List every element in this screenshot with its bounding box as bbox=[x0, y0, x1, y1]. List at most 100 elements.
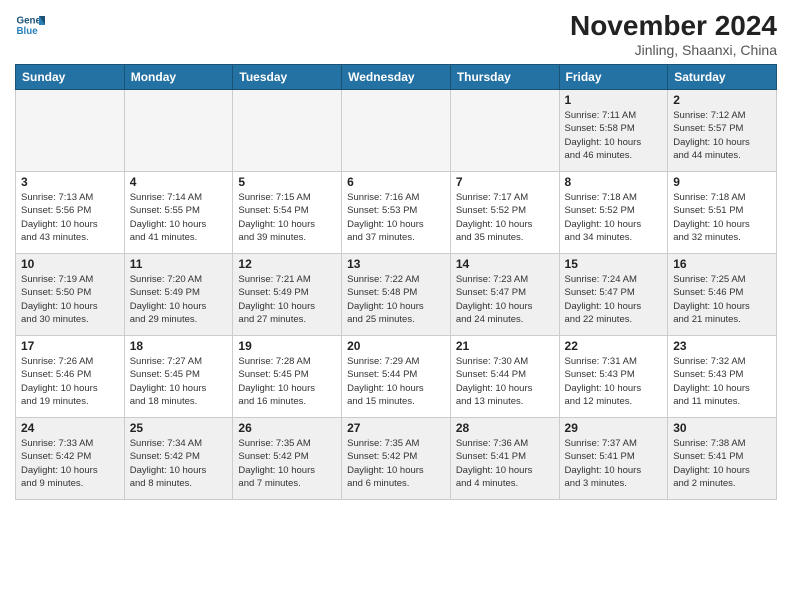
day-info: Sunrise: 7:26 AM Sunset: 5:46 PM Dayligh… bbox=[21, 355, 119, 408]
calendar-week-0: 1 Sunrise: 7:11 AM Sunset: 5:58 PM Daylig… bbox=[16, 90, 777, 172]
day-info: Sunrise: 7:24 AM Sunset: 5:47 PM Dayligh… bbox=[565, 273, 663, 326]
calendar-cell bbox=[16, 90, 125, 172]
weekday-header-tuesday: Tuesday bbox=[233, 65, 342, 90]
calendar-cell: 22Sunrise: 7:31 AM Sunset: 5:43 PM Dayli… bbox=[559, 336, 668, 418]
weekday-header-friday: Friday bbox=[559, 65, 668, 90]
day-info: Sunrise: 7:22 AM Sunset: 5:48 PM Dayligh… bbox=[347, 273, 445, 326]
day-info: Sunrise: 7:37 AM Sunset: 5:41 PM Dayligh… bbox=[565, 437, 663, 490]
location: Jinling, Shaanxi, China bbox=[570, 42, 777, 58]
calendar-cell: 16 Sunrise: 7:25 AM Sunset: 5:46 PM Dayli… bbox=[668, 254, 777, 336]
calendar-cell: 10Sunrise: 7:19 AM Sunset: 5:50 PM Dayli… bbox=[16, 254, 125, 336]
day-info: Sunrise: 7:14 AM Sunset: 5:55 PM Dayligh… bbox=[130, 191, 228, 244]
day-info: Sunrise: 7:32 AM Sunset: 5:43 PM Dayligh… bbox=[673, 355, 771, 408]
calendar-cell: 21 Sunrise: 7:30 AM Sunset: 5:44 PM Dayli… bbox=[450, 336, 559, 418]
day-info: Sunrise: 7:23 AM Sunset: 5:47 PM Dayligh… bbox=[456, 273, 554, 326]
day-number: 26 bbox=[238, 421, 336, 435]
calendar-cell: 27Sunrise: 7:35 AM Sunset: 5:42 PM Dayli… bbox=[342, 418, 451, 500]
day-info: Sunrise: 7:36 AM Sunset: 5:41 PM Dayligh… bbox=[456, 437, 554, 490]
calendar-cell: 5 Sunrise: 7:15 AM Sunset: 5:54 PM Daylig… bbox=[233, 172, 342, 254]
day-number: 4 bbox=[130, 175, 228, 189]
weekday-header-sunday: Sunday bbox=[16, 65, 125, 90]
month-title: November 2024 bbox=[570, 10, 777, 42]
calendar-week-2: 10Sunrise: 7:19 AM Sunset: 5:50 PM Dayli… bbox=[16, 254, 777, 336]
calendar-cell: 3Sunrise: 7:13 AM Sunset: 5:56 PM Daylig… bbox=[16, 172, 125, 254]
day-number: 14 bbox=[456, 257, 554, 271]
calendar-cell: 20Sunrise: 7:29 AM Sunset: 5:44 PM Dayli… bbox=[342, 336, 451, 418]
calendar-cell: 1 Sunrise: 7:11 AM Sunset: 5:58 PM Daylig… bbox=[559, 90, 668, 172]
day-number: 6 bbox=[347, 175, 445, 189]
calendar-cell: 28Sunrise: 7:36 AM Sunset: 5:41 PM Dayli… bbox=[450, 418, 559, 500]
calendar-cell: 9 Sunrise: 7:18 AM Sunset: 5:51 PM Daylig… bbox=[668, 172, 777, 254]
calendar-cell: 8 Sunrise: 7:18 AM Sunset: 5:52 PM Daylig… bbox=[559, 172, 668, 254]
day-info: Sunrise: 7:18 AM Sunset: 5:52 PM Dayligh… bbox=[565, 191, 663, 244]
calendar-cell bbox=[124, 90, 233, 172]
logo-icon: General Blue bbox=[15, 10, 45, 40]
calendar-cell: 29 Sunrise: 7:37 AM Sunset: 5:41 PM Dayli… bbox=[559, 418, 668, 500]
calendar-cell bbox=[233, 90, 342, 172]
weekday-header-row: SundayMondayTuesdayWednesdayThursdayFrid… bbox=[16, 65, 777, 90]
day-info: Sunrise: 7:33 AM Sunset: 5:42 PM Dayligh… bbox=[21, 437, 119, 490]
calendar-cell: 7 Sunrise: 7:17 AM Sunset: 5:52 PM Daylig… bbox=[450, 172, 559, 254]
calendar-cell: 2 Sunrise: 7:12 AM Sunset: 5:57 PM Daylig… bbox=[668, 90, 777, 172]
day-info: Sunrise: 7:17 AM Sunset: 5:52 PM Dayligh… bbox=[456, 191, 554, 244]
day-number: 27 bbox=[347, 421, 445, 435]
calendar-cell bbox=[342, 90, 451, 172]
day-number: 18 bbox=[130, 339, 228, 353]
day-info: Sunrise: 7:30 AM Sunset: 5:44 PM Dayligh… bbox=[456, 355, 554, 408]
weekday-header-thursday: Thursday bbox=[450, 65, 559, 90]
calendar-cell: 30 Sunrise: 7:38 AM Sunset: 5:41 PM Dayli… bbox=[668, 418, 777, 500]
title-block: November 2024 Jinling, Shaanxi, China bbox=[570, 10, 777, 58]
calendar-cell: 19Sunrise: 7:28 AM Sunset: 5:45 PM Dayli… bbox=[233, 336, 342, 418]
day-number: 20 bbox=[347, 339, 445, 353]
calendar-cell: 23 Sunrise: 7:32 AM Sunset: 5:43 PM Dayli… bbox=[668, 336, 777, 418]
calendar-week-4: 24Sunrise: 7:33 AM Sunset: 5:42 PM Dayli… bbox=[16, 418, 777, 500]
day-number: 5 bbox=[238, 175, 336, 189]
calendar-cell: 6 Sunrise: 7:16 AM Sunset: 5:53 PM Daylig… bbox=[342, 172, 451, 254]
calendar-cell: 11 Sunrise: 7:20 AM Sunset: 5:49 PM Dayli… bbox=[124, 254, 233, 336]
calendar-week-1: 3Sunrise: 7:13 AM Sunset: 5:56 PM Daylig… bbox=[16, 172, 777, 254]
day-number: 8 bbox=[565, 175, 663, 189]
day-number: 17 bbox=[21, 339, 119, 353]
day-number: 21 bbox=[456, 339, 554, 353]
day-info: Sunrise: 7:38 AM Sunset: 5:41 PM Dayligh… bbox=[673, 437, 771, 490]
day-number: 25 bbox=[130, 421, 228, 435]
calendar-cell: 17 Sunrise: 7:26 AM Sunset: 5:46 PM Dayli… bbox=[16, 336, 125, 418]
header: General Blue November 2024 Jinling, Shaa… bbox=[15, 10, 777, 58]
day-info: Sunrise: 7:16 AM Sunset: 5:53 PM Dayligh… bbox=[347, 191, 445, 244]
day-number: 7 bbox=[456, 175, 554, 189]
day-info: Sunrise: 7:19 AM Sunset: 5:50 PM Dayligh… bbox=[21, 273, 119, 326]
day-number: 13 bbox=[347, 257, 445, 271]
calendar-cell: 15Sunrise: 7:24 AM Sunset: 5:47 PM Dayli… bbox=[559, 254, 668, 336]
day-number: 11 bbox=[130, 257, 228, 271]
day-info: Sunrise: 7:27 AM Sunset: 5:45 PM Dayligh… bbox=[130, 355, 228, 408]
calendar-cell: 14 Sunrise: 7:23 AM Sunset: 5:47 PM Dayli… bbox=[450, 254, 559, 336]
day-number: 29 bbox=[565, 421, 663, 435]
day-number: 2 bbox=[673, 93, 771, 107]
calendar-cell: 18 Sunrise: 7:27 AM Sunset: 5:45 PM Dayli… bbox=[124, 336, 233, 418]
day-info: Sunrise: 7:12 AM Sunset: 5:57 PM Dayligh… bbox=[673, 109, 771, 162]
day-info: Sunrise: 7:25 AM Sunset: 5:46 PM Dayligh… bbox=[673, 273, 771, 326]
day-info: Sunrise: 7:20 AM Sunset: 5:49 PM Dayligh… bbox=[130, 273, 228, 326]
logo: General Blue bbox=[15, 10, 48, 40]
day-info: Sunrise: 7:15 AM Sunset: 5:54 PM Dayligh… bbox=[238, 191, 336, 244]
day-info: Sunrise: 7:31 AM Sunset: 5:43 PM Dayligh… bbox=[565, 355, 663, 408]
page-container: General Blue November 2024 Jinling, Shaa… bbox=[0, 0, 792, 510]
day-number: 30 bbox=[673, 421, 771, 435]
day-number: 9 bbox=[673, 175, 771, 189]
calendar-table: SundayMondayTuesdayWednesdayThursdayFrid… bbox=[15, 64, 777, 500]
calendar-week-3: 17 Sunrise: 7:26 AM Sunset: 5:46 PM Dayli… bbox=[16, 336, 777, 418]
day-info: Sunrise: 7:11 AM Sunset: 5:58 PM Dayligh… bbox=[565, 109, 663, 162]
calendar-cell: 13 Sunrise: 7:22 AM Sunset: 5:48 PM Dayli… bbox=[342, 254, 451, 336]
weekday-header-monday: Monday bbox=[124, 65, 233, 90]
day-info: Sunrise: 7:21 AM Sunset: 5:49 PM Dayligh… bbox=[238, 273, 336, 326]
calendar-cell bbox=[450, 90, 559, 172]
svg-text:Blue: Blue bbox=[17, 26, 39, 37]
day-number: 1 bbox=[565, 93, 663, 107]
day-number: 23 bbox=[673, 339, 771, 353]
day-number: 3 bbox=[21, 175, 119, 189]
day-info: Sunrise: 7:34 AM Sunset: 5:42 PM Dayligh… bbox=[130, 437, 228, 490]
day-info: Sunrise: 7:18 AM Sunset: 5:51 PM Dayligh… bbox=[673, 191, 771, 244]
weekday-header-wednesday: Wednesday bbox=[342, 65, 451, 90]
calendar-cell: 4 Sunrise: 7:14 AM Sunset: 5:55 PM Daylig… bbox=[124, 172, 233, 254]
day-number: 16 bbox=[673, 257, 771, 271]
